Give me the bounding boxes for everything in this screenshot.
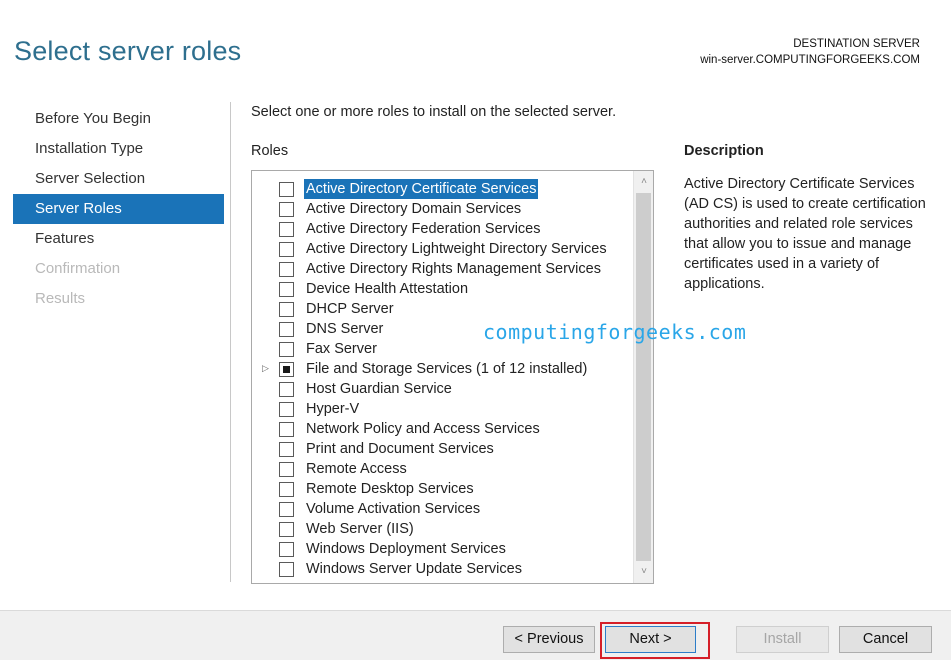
cancel-button[interactable]: Cancel <box>839 626 932 653</box>
role-checkbox[interactable] <box>279 262 294 277</box>
role-label[interactable]: Volume Activation Services <box>304 499 482 519</box>
role-label[interactable]: DNS Server <box>304 319 385 339</box>
role-label[interactable]: Fax Server <box>304 339 379 359</box>
role-checkbox[interactable] <box>279 562 294 577</box>
role-row[interactable]: Windows Deployment Services <box>252 539 632 559</box>
role-label[interactable]: Host Guardian Service <box>304 379 454 399</box>
role-row[interactable]: Remote Access <box>252 459 632 479</box>
role-label[interactable]: Remote Access <box>304 459 409 479</box>
role-label[interactable]: Active Directory Rights Management Servi… <box>304 259 603 279</box>
role-row[interactable]: Active Directory Domain Services <box>252 199 632 219</box>
role-row[interactable]: Device Health Attestation <box>252 279 632 299</box>
role-checkbox[interactable] <box>279 482 294 497</box>
role-row[interactable]: Active Directory Lightweight Directory S… <box>252 239 632 259</box>
wizard-footer: < Previous Next > Install Cancel <box>0 610 951 660</box>
role-label[interactable]: Hyper-V <box>304 399 361 419</box>
role-checkbox[interactable] <box>279 182 294 197</box>
role-row[interactable]: Host Guardian Service <box>252 379 632 399</box>
role-checkbox[interactable] <box>279 282 294 297</box>
nav-item-before-you-begin[interactable]: Before You Begin <box>13 104 224 134</box>
description-text: Active Directory Certificate Services (A… <box>684 176 926 292</box>
role-checkbox[interactable] <box>279 502 294 517</box>
role-checkbox[interactable] <box>279 242 294 257</box>
watermark-text: computingforgeeks.com <box>483 320 747 344</box>
role-checkbox[interactable] <box>279 462 294 477</box>
role-row[interactable]: Active Directory Rights Management Servi… <box>252 259 632 279</box>
nav-item-results: Results <box>35 290 86 307</box>
role-checkbox[interactable] <box>279 222 294 237</box>
destination-server-info: DESTINATION SERVER win-server.COMPUTINGF… <box>700 36 920 68</box>
role-row[interactable]: ▷ File and Storage Services (1 of 12 inst… <box>252 359 632 379</box>
role-checkbox[interactable] <box>279 382 294 397</box>
role-label[interactable]: Print and Document Services <box>304 439 496 459</box>
destination-label: DESTINATION SERVER <box>793 38 920 50</box>
nav-item-server-selection[interactable]: Server Selection <box>13 164 224 194</box>
role-label[interactable]: Active Directory Federation Services <box>304 219 543 239</box>
chevron-up-icon[interactable]: ˄ <box>634 173 653 191</box>
role-row[interactable]: Windows Server Update Services <box>252 559 632 579</box>
role-row[interactable]: DHCP Server <box>252 299 632 319</box>
roles-scrollbar[interactable]: ˄ ˅ <box>633 171 653 583</box>
role-row[interactable]: Active Directory Federation Services <box>252 219 632 239</box>
triangle-right-icon[interactable]: ▷ <box>262 363 269 374</box>
role-label[interactable]: Active Directory Certificate Services <box>304 179 539 199</box>
roles-list: Active Directory Certificate Services Act… <box>252 179 632 579</box>
role-label[interactable]: Web Server (IIS) <box>304 519 416 539</box>
install-button: Install <box>736 626 829 653</box>
nav-item-confirmation: Confirmation <box>35 260 121 277</box>
role-checkbox[interactable] <box>279 442 294 457</box>
role-label[interactable]: File and Storage Services (1 of 12 insta… <box>304 359 589 379</box>
role-checkbox[interactable] <box>279 202 294 217</box>
role-checkbox[interactable] <box>279 402 294 417</box>
chevron-down-icon[interactable]: ˅ <box>634 563 653 581</box>
role-label[interactable]: Network Policy and Access Services <box>304 419 542 439</box>
role-checkbox[interactable] <box>279 422 294 437</box>
role-row[interactable]: Web Server (IIS) <box>252 519 632 539</box>
role-label[interactable]: Windows Deployment Services <box>304 539 508 559</box>
scrollbar-thumb[interactable] <box>636 193 651 561</box>
nav-item-installation-type[interactable]: Installation Type <box>13 134 224 164</box>
previous-button[interactable]: < Previous <box>503 626 595 653</box>
role-row[interactable]: Print and Document Services <box>252 439 632 459</box>
role-checkbox[interactable] <box>279 342 294 357</box>
wizard-navigation: Before You Begin Installation Type Server … <box>13 104 224 314</box>
role-checkbox[interactable] <box>279 302 294 317</box>
vertical-divider <box>230 102 231 582</box>
page-title: Select server roles <box>14 36 242 66</box>
role-label[interactable]: Windows Server Update Services <box>304 559 524 579</box>
role-label[interactable]: Remote Desktop Services <box>304 479 476 499</box>
role-row[interactable]: Hyper-V <box>252 399 632 419</box>
role-checkbox[interactable] <box>279 522 294 537</box>
role-label[interactable]: Device Health Attestation <box>304 279 470 299</box>
roles-heading: Roles <box>251 143 289 159</box>
destination-server-name: win-server.COMPUTINGFORGEEKS.COM <box>700 54 920 66</box>
role-label[interactable]: Active Directory Domain Services <box>304 199 523 219</box>
role-row[interactable]: Network Policy and Access Services <box>252 419 632 439</box>
role-row[interactable]: Active Directory Certificate Services <box>252 179 632 199</box>
roles-list-box: Active Directory Certificate Services Act… <box>251 170 654 584</box>
role-row[interactable]: Volume Activation Services <box>252 499 632 519</box>
role-checkbox[interactable] <box>279 362 294 377</box>
next-button[interactable]: Next > <box>605 626 696 653</box>
nav-item-features[interactable]: Features <box>13 224 224 254</box>
instruction-text: Select one or more roles to install on t… <box>251 104 617 120</box>
role-label[interactable]: Active Directory Lightweight Directory S… <box>304 239 609 259</box>
description-heading: Description <box>684 143 764 159</box>
nav-item-server-roles[interactable]: Server Roles <box>13 194 224 224</box>
role-row[interactable]: Remote Desktop Services <box>252 479 632 499</box>
role-checkbox[interactable] <box>279 322 294 337</box>
role-label[interactable]: DHCP Server <box>304 299 396 319</box>
role-checkbox[interactable] <box>279 542 294 557</box>
